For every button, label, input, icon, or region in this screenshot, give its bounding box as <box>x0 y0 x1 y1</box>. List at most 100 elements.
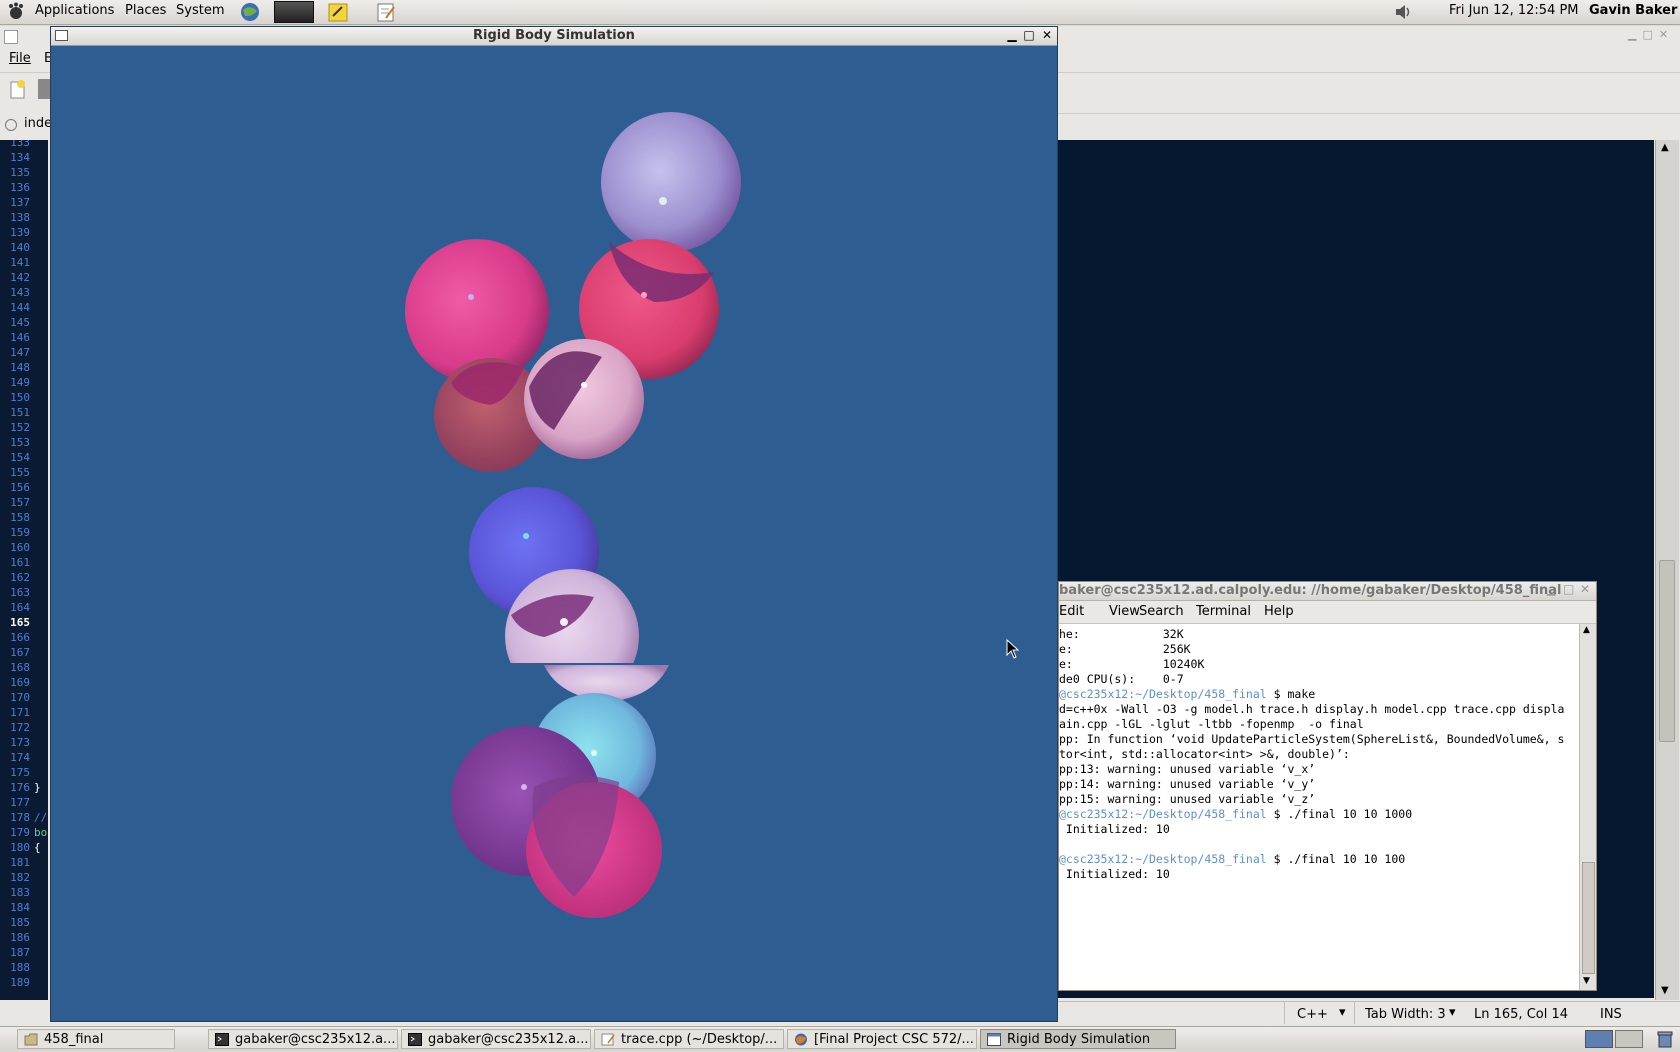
terminal-text: $ ./final 10 10 100 <box>1266 852 1406 866</box>
line-number: 148 <box>10 361 30 374</box>
bottom-taskbar: 458_final gabaker@csc235x12.a... gabaker… <box>0 1026 1680 1051</box>
line-number: 180 <box>10 841 30 854</box>
new-file-icon[interactable] <box>9 79 27 99</box>
terminal-line: pp:15: warning: unused variable ‘v_z’ <box>1059 792 1315 806</box>
code-text: } <box>34 781 41 794</box>
volume-icon[interactable] <box>1393 3 1413 21</box>
taskbar-item-terminal-1[interactable]: gabaker@csc235x12.a... <box>208 1029 398 1049</box>
scrollbar-thumb[interactable] <box>1659 560 1675 742</box>
terminal-line: de0 CPU(s): 0-7 <box>1059 672 1184 686</box>
editor-tab[interactable]: inde <box>0 110 53 138</box>
scroll-down-arrow-icon[interactable]: ▼ <box>1583 976 1590 986</box>
text-editor-launcher-icon[interactable] <box>374 1 398 23</box>
terminal-terminal-menu[interactable]: Terminal <box>1196 604 1251 619</box>
line-number: 188 <box>10 961 30 974</box>
line-number: 183 <box>10 886 30 899</box>
terminal-view-menu[interactable]: View <box>1109 604 1140 619</box>
scroll-up-arrow-icon[interactable]: ▲ <box>1583 625 1590 635</box>
close-icon[interactable]: ✕ <box>1580 582 1590 596</box>
terminal-text: Initialized: 10 <box>1059 822 1170 836</box>
line-number: 184 <box>10 901 30 914</box>
editor-scrollbar[interactable]: ▲ ▼ <box>1655 140 1679 1000</box>
line-number: 150 <box>10 391 30 404</box>
terminal-launcher-icon[interactable] <box>274 1 316 23</box>
simulation-viewport[interactable] <box>54 47 1054 1019</box>
line-number: 152 <box>10 421 30 434</box>
terminal-output[interactable]: he: 32K e: 256K e: 10240K de0 CPU(s): 0-7 @c… <box>1059 624 1579 990</box>
line-number: 149 <box>10 376 30 389</box>
notes-launcher-icon[interactable] <box>326 1 350 23</box>
line-number: 153 <box>10 436 30 449</box>
firefox-icon <box>794 1033 808 1046</box>
terminal-text: ain.cpp -lGL -lglut -ltbb -fopenmp -o fi… <box>1059 717 1364 731</box>
terminal-window[interactable]: baker@csc235x12.ad.calpoly.edu: //home/g… <box>1058 581 1597 991</box>
close-icon[interactable]: ✕ <box>1040 28 1054 42</box>
terminal-title: baker@csc235x12.ad.calpoly.edu: //home/g… <box>1059 583 1562 598</box>
top-panel: Applications Places System Fri Jun 12, 1… <box>0 0 1680 25</box>
minimize-icon[interactable]: ▁ <box>1547 583 1555 596</box>
user-name[interactable]: Gavin Baker <box>1589 3 1677 18</box>
line-number: 164 <box>10 601 30 614</box>
terminal-prompt: @csc235x12:~/Desktop/458_final <box>1059 687 1267 701</box>
language-selector[interactable]: C++ ▾ <box>1284 1002 1355 1024</box>
simulation-titlebar[interactable]: Rigid Body Simulation ▁ □ ✕ <box>51 27 1057 46</box>
scroll-down-arrow-icon[interactable]: ▼ <box>1661 985 1669 996</box>
line-number: 141 <box>10 256 30 269</box>
taskbar-item-458-final[interactable]: 458_final <box>17 1029 175 1049</box>
mouse-cursor-icon <box>1006 638 1020 659</box>
tab-width-selector[interactable]: Tab Width: 3 ▾ <box>1354 1002 1465 1024</box>
editor-file-menu[interactable]: File <box>9 51 31 66</box>
terminal-line: he: 32K <box>1059 627 1184 641</box>
line-number: 146 <box>10 331 30 344</box>
terminal-line: @csc235x12:~/Desktop/458_final $ ./final… <box>1059 807 1412 821</box>
line-number: 176 <box>10 781 30 794</box>
places-menu[interactable]: Places <box>125 3 166 18</box>
editor-window-controls[interactable]: ▁□✕ <box>1628 28 1676 42</box>
taskbar-item-firefox[interactable]: [Final Project CSC 572/... <box>787 1029 977 1049</box>
terminal-line: ain.cpp -lGL -lglut -ltbb -fopenmp -o fi… <box>1059 717 1364 731</box>
workspace-switcher[interactable] <box>1585 1030 1645 1048</box>
terminal-text: Initialized: 10 <box>1059 867 1170 881</box>
taskbar-item-trace-cpp[interactable]: trace.cpp (~/Desktop/... <box>594 1029 784 1049</box>
terminal-edit-menu[interactable]: Edit <box>1059 604 1084 619</box>
terminal-text: 32K <box>1079 627 1184 641</box>
web-browser-launcher-icon[interactable] <box>238 1 262 23</box>
terminal-help-menu[interactable]: Help <box>1264 604 1294 619</box>
open-file-icon[interactable] <box>38 79 50 99</box>
terminal-scrollbar-thumb[interactable] <box>1582 862 1595 974</box>
line-number: 171 <box>10 706 30 719</box>
terminal-text: he: <box>1059 627 1080 641</box>
line-number: 175 <box>10 766 30 779</box>
line-number: 133 <box>10 140 30 149</box>
gnome-foot-icon[interactable] <box>6 2 24 20</box>
line-number: 163 <box>10 586 30 599</box>
terminal-titlebar[interactable]: baker@csc235x12.ad.calpoly.edu: //home/g… <box>1059 582 1596 601</box>
window-icon <box>987 1033 1001 1046</box>
line-number: 156 <box>10 481 30 494</box>
taskbar-item-terminal-2[interactable]: gabaker@csc235x12.a... <box>401 1029 591 1049</box>
line-number: 154 <box>10 451 30 464</box>
terminal-search-menu[interactable]: Search <box>1139 604 1184 619</box>
terminal-text: pp:14: warning: unused variable ‘v_y’ <box>1059 777 1316 791</box>
line-number: 167 <box>10 646 30 659</box>
line-number: 161 <box>10 556 30 569</box>
terminal-scrollbar[interactable]: ▲ ▼ <box>1579 624 1596 990</box>
taskbar-item-rigid-body-simulation[interactable]: Rigid Body Simulation <box>980 1029 1176 1049</box>
line-number: 174 <box>10 751 30 764</box>
maximize-icon[interactable]: □ <box>1563 582 1574 596</box>
maximize-icon[interactable]: □ <box>1022 28 1036 42</box>
scroll-up-arrow-icon[interactable]: ▲ <box>1661 142 1669 153</box>
editor-code-area[interactable]: 133 134 135 136 137 138 139 140 141 142 143 144 145 1… <box>0 140 48 1000</box>
terminal-prompt: @csc235x12:~/Desktop/458_final <box>1059 852 1267 866</box>
system-menu[interactable]: System <box>176 3 224 18</box>
terminal-text: d=c++0x -Wall -O3 -g model.h trace.h dis… <box>1059 702 1565 716</box>
terminal-text: pp:13: warning: unused variable ‘v_x’ <box>1059 762 1316 776</box>
minimize-icon[interactable]: ▁ <box>1005 28 1019 42</box>
line-number: 165 <box>10 616 30 629</box>
trash-icon[interactable] <box>1656 1030 1674 1048</box>
clock[interactable]: Fri Jun 12, 12:54 PM <box>1449 3 1579 18</box>
terminal-text: 256K <box>1072 642 1191 656</box>
terminal-line: d=c++0x -Wall -O3 -g model.h trace.h dis… <box>1059 702 1564 716</box>
applications-menu[interactable]: Applications <box>35 3 114 18</box>
simulation-window[interactable]: Rigid Body Simulation ▁ □ ✕ <box>50 26 1058 1022</box>
